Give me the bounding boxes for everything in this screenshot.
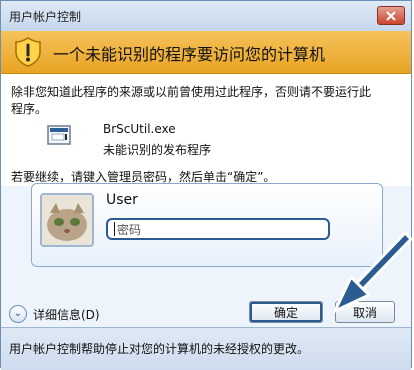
- ok-button[interactable]: 确定: [249, 301, 323, 323]
- text-caret: [114, 222, 115, 236]
- window-title: 用户帐户控制: [9, 10, 82, 24]
- program-publisher: 未能识别的发布程序: [103, 143, 212, 157]
- arrow-pointer-icon: [333, 231, 413, 313]
- header-band: 一个未能识别的程序要访问您的计算机: [1, 31, 411, 74]
- close-icon: [386, 10, 396, 21]
- footer-text: 用户帐户控制帮助停止对您的计算机的未经授权的更改。: [9, 342, 310, 356]
- details-label: 详细信息(D): [33, 307, 100, 322]
- uac-dialog: 用户帐户控制 一个未能识别的程序要访问您的计算机 除非您知道此程序的来源或以前曾…: [0, 0, 413, 370]
- program-icon: [47, 125, 71, 145]
- user-avatar-icon: [40, 193, 94, 247]
- cat-picture-icon: [42, 195, 92, 245]
- chevron-down-circle-icon: ⌄: [9, 305, 27, 323]
- ok-label: 确定: [273, 305, 298, 320]
- password-input[interactable]: 密码: [106, 218, 330, 240]
- header-message: 一个未能识别的程序要访问您的计算机: [53, 45, 326, 64]
- close-button[interactable]: [377, 6, 405, 25]
- shield-warning-icon: [15, 37, 41, 67]
- password-placeholder: 密码: [117, 222, 142, 237]
- title-bar: 用户帐户控制: [1, 1, 411, 32]
- dialog-content: 除非您知道此程序的来源或以前曾使用过此程序，否则请不要运行此程序。 BrScUt…: [1, 74, 411, 186]
- warning-text: 除非您知道此程序的来源或以前曾使用过此程序，否则请不要运行此程序。: [11, 85, 372, 116]
- program-name: BrScUtil.exe: [103, 122, 176, 136]
- user-name: User: [106, 192, 138, 208]
- details-toggle[interactable]: ⌄ 详细信息(D): [9, 305, 100, 323]
